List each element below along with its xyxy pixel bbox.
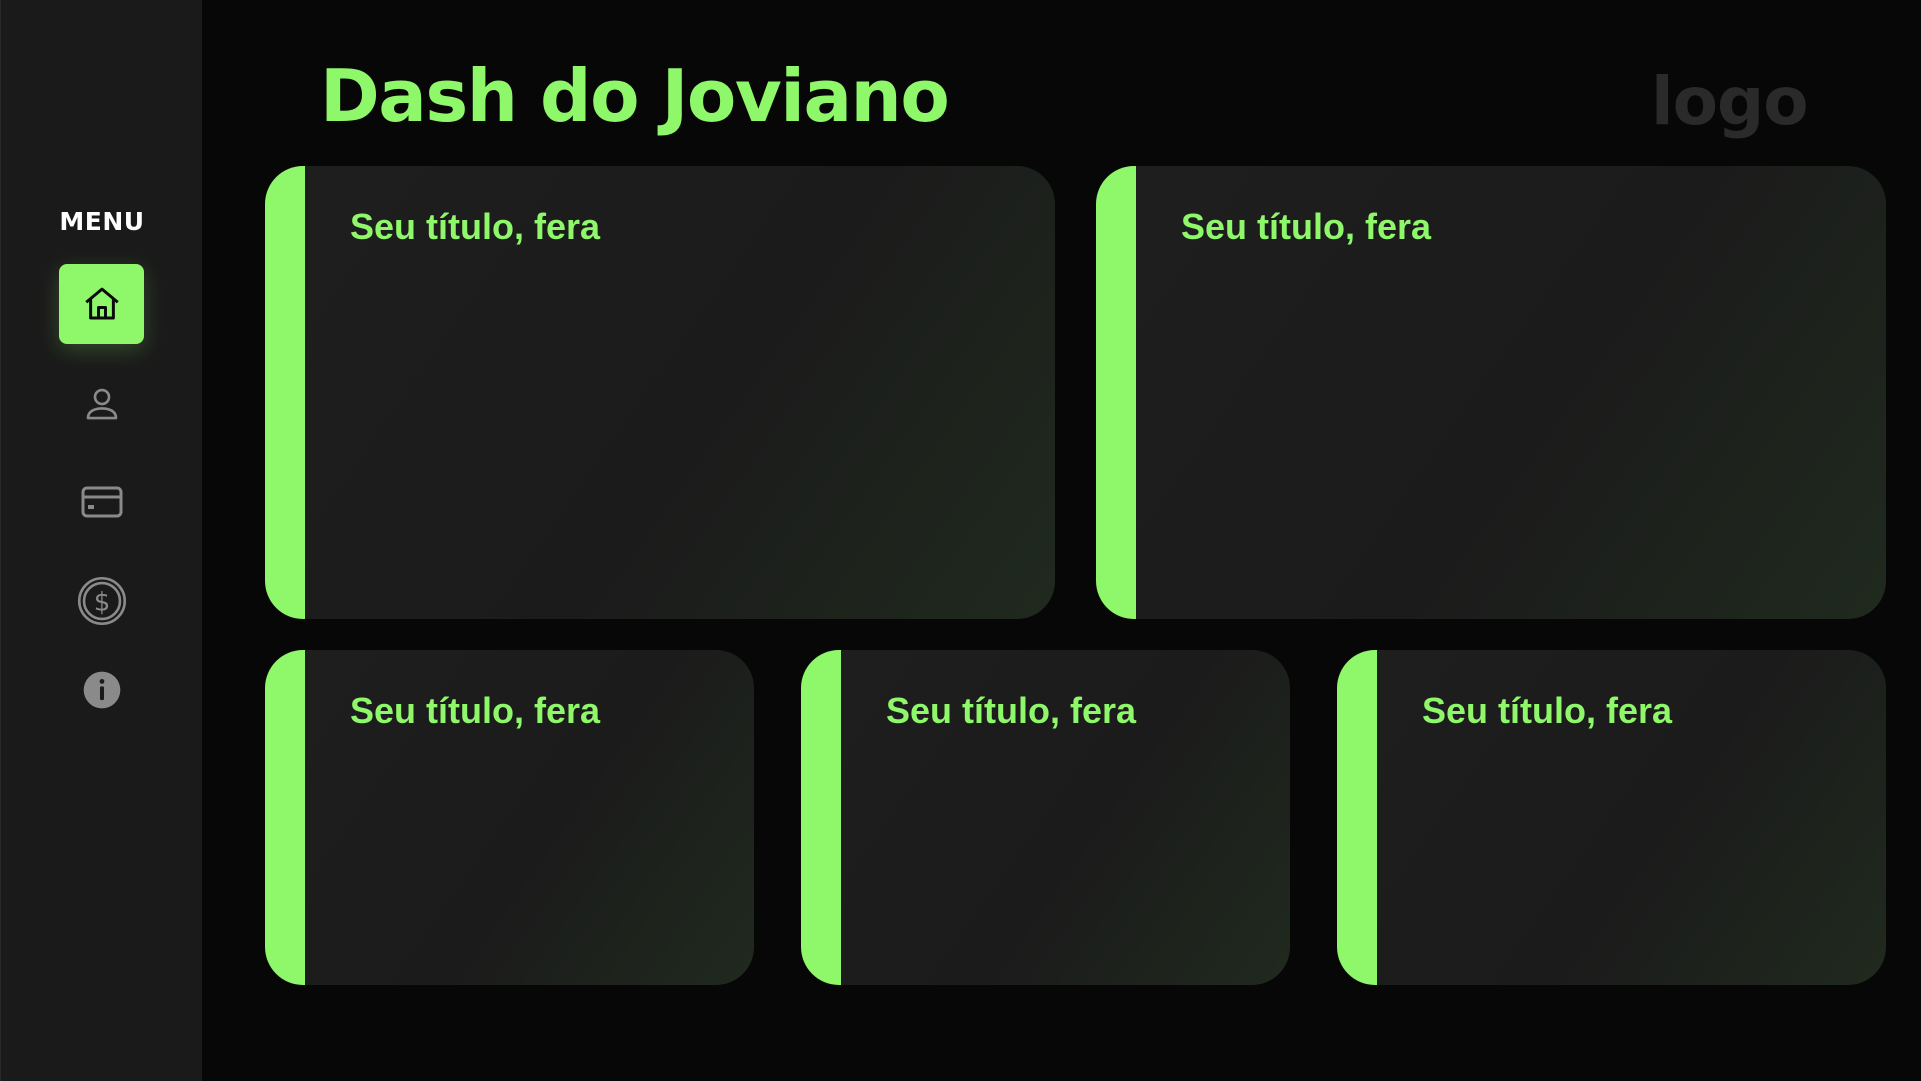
home-icon <box>84 287 119 320</box>
dashboard-card[interactable]: Seu título, fera <box>265 650 754 985</box>
user-icon <box>86 388 117 420</box>
nav-item-home[interactable] <box>59 264 144 344</box>
card-title: Seu título, fera <box>350 206 601 247</box>
sidebar: MENU $ <box>0 0 202 1081</box>
nav-item-profile[interactable] <box>59 364 144 444</box>
nav-item-finance[interactable]: $ <box>59 561 144 641</box>
credit-card-icon <box>81 486 122 518</box>
dashboard-card[interactable]: Seu título, fera <box>1096 166 1886 619</box>
nav-item-cards[interactable] <box>59 462 144 542</box>
page-title: Dash do Joviano <box>320 54 950 138</box>
card-title: Seu título, fera <box>886 690 1137 731</box>
dashboard-card[interactable]: Seu título, fera <box>265 166 1055 619</box>
nav-item-info[interactable] <box>59 650 144 730</box>
info-icon <box>83 671 120 709</box>
dollar-icon: $ <box>77 576 126 626</box>
card-title: Seu título, fera <box>1422 690 1673 731</box>
card-title: Seu título, fera <box>350 690 601 731</box>
logo: logo <box>1651 63 1809 140</box>
svg-text:$: $ <box>93 587 110 617</box>
menu-label: MENU <box>59 207 145 236</box>
dashboard-card[interactable]: Seu título, fera <box>801 650 1290 985</box>
dashboard-app: MENU $ Dash do Joviano logo Seu título, … <box>0 0 1921 1081</box>
dashboard-card[interactable]: Seu título, fera <box>1337 650 1886 985</box>
card-title: Seu título, fera <box>1181 206 1432 247</box>
